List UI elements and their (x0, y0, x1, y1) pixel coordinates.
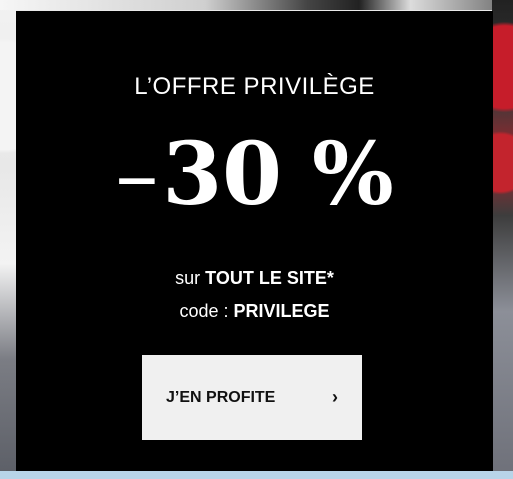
background-bottom-strip (0, 471, 513, 479)
site-prefix: sur (175, 268, 201, 288)
promo-card: L’OFFRE PRIVILÈGE –30 % sur TOUT LE SITE… (16, 11, 493, 471)
site-text: TOUT LE SITE* (205, 268, 334, 288)
background-left-strip (0, 0, 16, 479)
code-prefix: code : (179, 301, 229, 321)
code-line: code : PRIVILEGE (16, 301, 493, 322)
cta-label: J’EN PROFITE (166, 388, 276, 406)
background-right-strip (492, 0, 513, 479)
discount-sign: – (115, 125, 159, 225)
offer-title: L’OFFRE PRIVILÈGE (134, 73, 375, 100)
discount-value: –30 % (16, 124, 493, 226)
discount-number: 30 % (162, 124, 394, 225)
promo-code: PRIVILEGE (233, 301, 330, 321)
j-en-profite-button[interactable]: J’EN PROFITE › (142, 355, 362, 440)
background-top-strip (0, 0, 513, 10)
chevron-right-icon: › (332, 387, 338, 407)
site-line: sur TOUT LE SITE* (16, 268, 493, 289)
